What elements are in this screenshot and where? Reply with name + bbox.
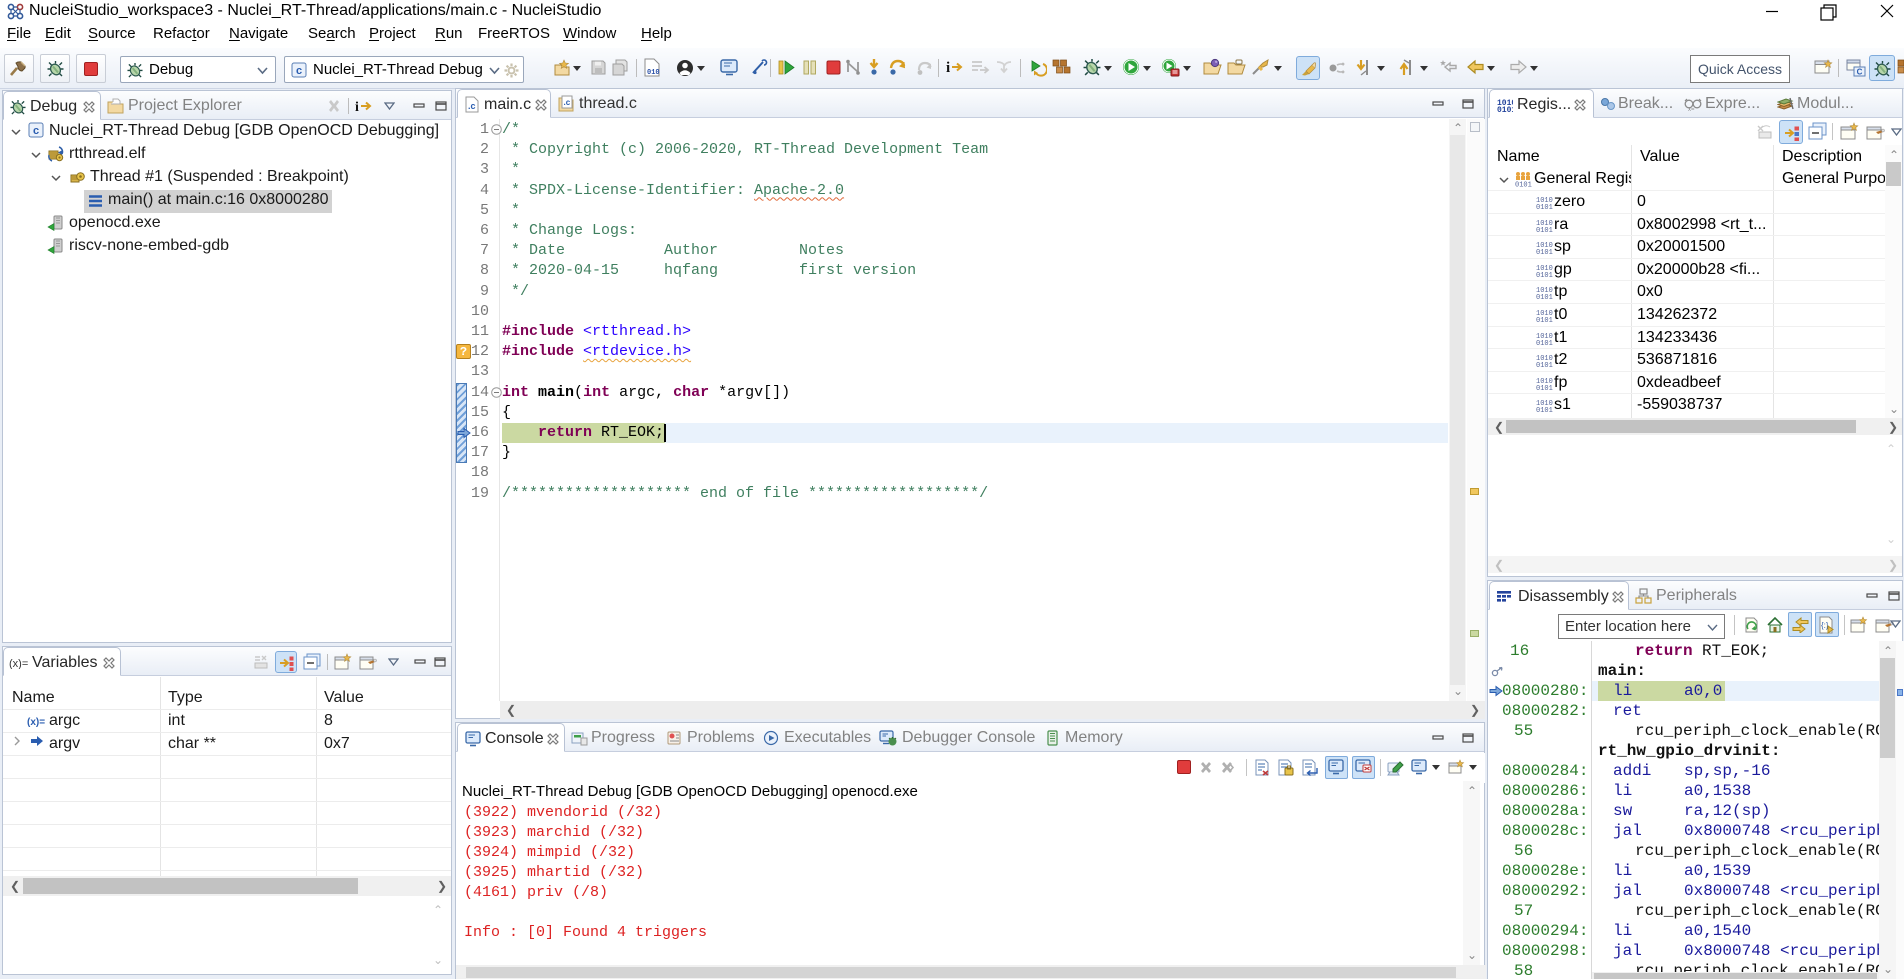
svg-text:0101: 0101 <box>1536 272 1553 278</box>
svg-text:c: c <box>296 65 302 77</box>
svg-text:0101: 0101 <box>1536 362 1553 368</box>
svg-text:.c: .c <box>564 98 571 107</box>
svg-text:c: c <box>33 125 39 137</box>
svg-text:0101: 0101 <box>1515 182 1532 188</box>
svg-text:i: i <box>946 60 950 76</box>
svg-text:x=: x= <box>1688 107 1695 111</box>
svg-text:0101: 0101 <box>1536 227 1553 233</box>
svg-text:C: C <box>1857 68 1863 77</box>
svg-text:(x)=: (x)= <box>9 658 28 669</box>
svg-text:0101: 0101 <box>1536 340 1553 346</box>
svg-text:010: 010 <box>647 69 660 77</box>
svg-text:i: i <box>355 100 359 114</box>
svg-text:(x)=: (x)= <box>27 717 45 727</box>
svg-text:0101: 0101 <box>1536 385 1553 391</box>
svg-text:.c: .c <box>468 101 476 111</box>
svg-text:0101: 0101 <box>1536 204 1553 210</box>
svg-text:0101: 0101 <box>1536 294 1553 300</box>
svg-text:0101: 0101 <box>1497 106 1513 113</box>
svg-text:0101: 0101 <box>1536 407 1553 413</box>
svg-text:0101: 0101 <box>1536 249 1553 255</box>
svg-text:0101: 0101 <box>1536 317 1553 323</box>
